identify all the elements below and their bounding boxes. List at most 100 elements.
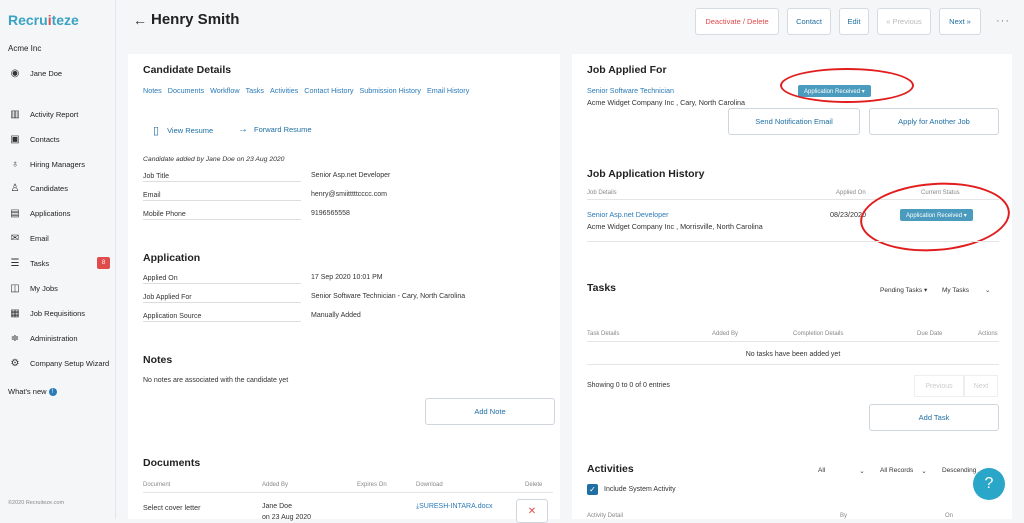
tie-icon: ♁: [11, 158, 19, 170]
col-header: On: [945, 513, 954, 519]
applied-on-value: 17 Sep 2020 10:01 PM: [311, 274, 383, 281]
col-header: Added By: [262, 482, 289, 488]
tab-submission-history[interactable]: Submission History: [359, 86, 421, 95]
tab-documents[interactable]: Documents: [168, 86, 204, 95]
delete-document-button[interactable]: ✕: [516, 499, 548, 523]
col-header: Activity Detail: [587, 513, 624, 519]
tab-contact-history[interactable]: Contact History: [304, 86, 353, 95]
sidebar: Recruiteze Acme Inc ◉ Jane Doe ▥ Activity…: [0, 0, 116, 519]
my-tasks-filter[interactable]: My Tasks ⌄: [942, 286, 990, 294]
page-title: Henry Smith: [151, 11, 240, 28]
field-label: Job Title: [143, 172, 301, 182]
divider: [143, 492, 553, 493]
apply-another-job-button[interactable]: Apply for Another Job: [869, 108, 999, 135]
activities-filter-all[interactable]: All ⌄: [818, 467, 865, 475]
deactivate-button[interactable]: Deactivate / Delete: [695, 8, 779, 35]
col-header: Expires On: [357, 482, 387, 488]
candidate-details-title: Candidate Details: [143, 64, 232, 76]
sidebar-item-applications[interactable]: ▤ Applications: [8, 205, 114, 221]
application-source-value: Manually Added: [311, 312, 361, 319]
tasks-next-button[interactable]: Next: [964, 375, 998, 397]
edit-button[interactable]: Edit: [839, 8, 869, 35]
email-icon: ✉: [10, 232, 20, 244]
col-header: Document: [143, 482, 171, 488]
col-header: Delete: [525, 482, 543, 488]
send-notification-button[interactable]: Send Notification Email: [728, 108, 860, 135]
activities-filter-records[interactable]: All Records ⌄: [880, 467, 927, 475]
tab-activities[interactable]: Activities: [270, 86, 298, 95]
copyright: ©2020 Recruiteze.com: [8, 500, 65, 506]
add-task-button[interactable]: Add Task: [869, 404, 999, 431]
user-name: Jane Doe: [30, 68, 63, 78]
field-label: Mobile Phone: [143, 210, 301, 220]
pending-tasks-filter[interactable]: Pending Tasks ▾: [880, 286, 927, 294]
gear-icon: ⚙: [10, 357, 20, 369]
annotation-circle: [780, 68, 914, 103]
person-icon: ♙: [10, 182, 20, 194]
more-options-icon[interactable]: ···: [996, 15, 1010, 27]
forward-resume-link[interactable]: → Forward Resume: [238, 124, 312, 135]
tab-email-history[interactable]: Email History: [427, 86, 469, 95]
document-name: Select cover letter: [143, 503, 201, 512]
field-label: Email: [143, 191, 301, 201]
briefcase-icon: ◫: [10, 282, 20, 294]
app-logo[interactable]: Recruiteze: [8, 12, 79, 28]
org-name: Acme Inc: [8, 44, 42, 53]
tab-tasks[interactable]: Tasks: [246, 86, 264, 95]
page-header: ← Henry Smith Deactivate / Delete Contac…: [117, 0, 1024, 50]
sidebar-item-contacts[interactable]: ▣ Contacts: [8, 131, 114, 147]
next-button[interactable]: Next »: [939, 8, 981, 35]
activities-sort[interactable]: Descending: [942, 467, 976, 474]
add-note-button[interactable]: Add Note: [425, 398, 555, 425]
include-system-activity-checkbox[interactable]: ✓: [587, 484, 598, 495]
document-added-by: Jane Doe: [262, 503, 292, 510]
history-title: Job Application History: [587, 168, 705, 180]
previous-button[interactable]: « Previous: [877, 8, 931, 35]
candidate-subnav: Notes Documents Workflow Tasks Activitie…: [143, 86, 469, 95]
view-resume-link[interactable]: ▯ View Resume: [153, 124, 213, 137]
tab-workflow[interactable]: Workflow: [210, 86, 239, 95]
tasks-previous-button[interactable]: Previous: [914, 375, 964, 397]
sidebar-item-administration[interactable]: ≑ Administration: [8, 330, 114, 346]
tasks-badge: 8: [97, 257, 110, 269]
history-job-link[interactable]: Senior Asp.net Developer: [587, 210, 669, 219]
application-icon: ▤: [10, 207, 20, 219]
checkmark-icon: ✓: [589, 485, 596, 494]
help-button[interactable]: ?: [973, 468, 1005, 500]
job-applied-title: Job Applied For: [587, 64, 667, 76]
col-header: Actions: [978, 331, 998, 337]
sliders-icon: ≑: [10, 332, 20, 344]
whats-new-link[interactable]: What's new!: [8, 387, 57, 396]
col-header: Applied On: [836, 190, 866, 196]
sidebar-item-job-requisitions[interactable]: ▦ Job Requisitions: [8, 305, 114, 321]
col-header: By: [840, 513, 848, 519]
sidebar-item-my-jobs[interactable]: ◫ My Jobs: [8, 280, 114, 296]
sidebar-item-tasks[interactable]: ☰ Tasks 8: [8, 255, 114, 271]
tasks-icon: ☰: [10, 257, 20, 269]
col-header: Task Details: [587, 331, 620, 337]
job-applied-link[interactable]: Senior Software Technician: [587, 86, 674, 95]
chevron-down-icon: ⌄: [921, 468, 927, 475]
back-arrow-icon[interactable]: ←: [133, 12, 147, 28]
col-header: Completion Details: [793, 331, 844, 337]
user-circle-icon: ◉: [10, 67, 20, 79]
chevron-down-icon: ⌄: [984, 287, 991, 294]
contact-button[interactable]: Contact: [787, 8, 831, 35]
download-link[interactable]: ⤓ SURESH-INTARA.docx: [416, 503, 493, 511]
sidebar-item-hiring-managers[interactable]: ♁ Hiring Managers: [8, 156, 114, 172]
field-label: Job Applied For: [143, 293, 301, 303]
sidebar-item-candidates[interactable]: ♙ Candidates: [8, 180, 114, 196]
user-menu[interactable]: ◉ Jane Doe: [8, 65, 114, 81]
application-title: Application: [143, 252, 201, 264]
arrow-right-icon: →: [238, 124, 248, 135]
documents-title: Documents: [143, 457, 201, 469]
document-added-on: on 23 Aug 2020: [262, 514, 312, 521]
sidebar-item-company-setup-wizard[interactable]: ⚙ Company Setup Wizard: [8, 355, 114, 371]
tab-notes[interactable]: Notes: [143, 86, 162, 95]
sidebar-item-activity-report[interactable]: ▥ Activity Report: [8, 106, 114, 122]
email-link[interactable]: henry@smiitttttcccc.com: [311, 191, 387, 198]
sidebar-item-email[interactable]: ✉ Email: [8, 230, 114, 246]
phone-link[interactable]: 9196565558: [311, 210, 350, 217]
info-icon: !: [48, 387, 57, 396]
field-label: Application Source: [143, 312, 301, 322]
